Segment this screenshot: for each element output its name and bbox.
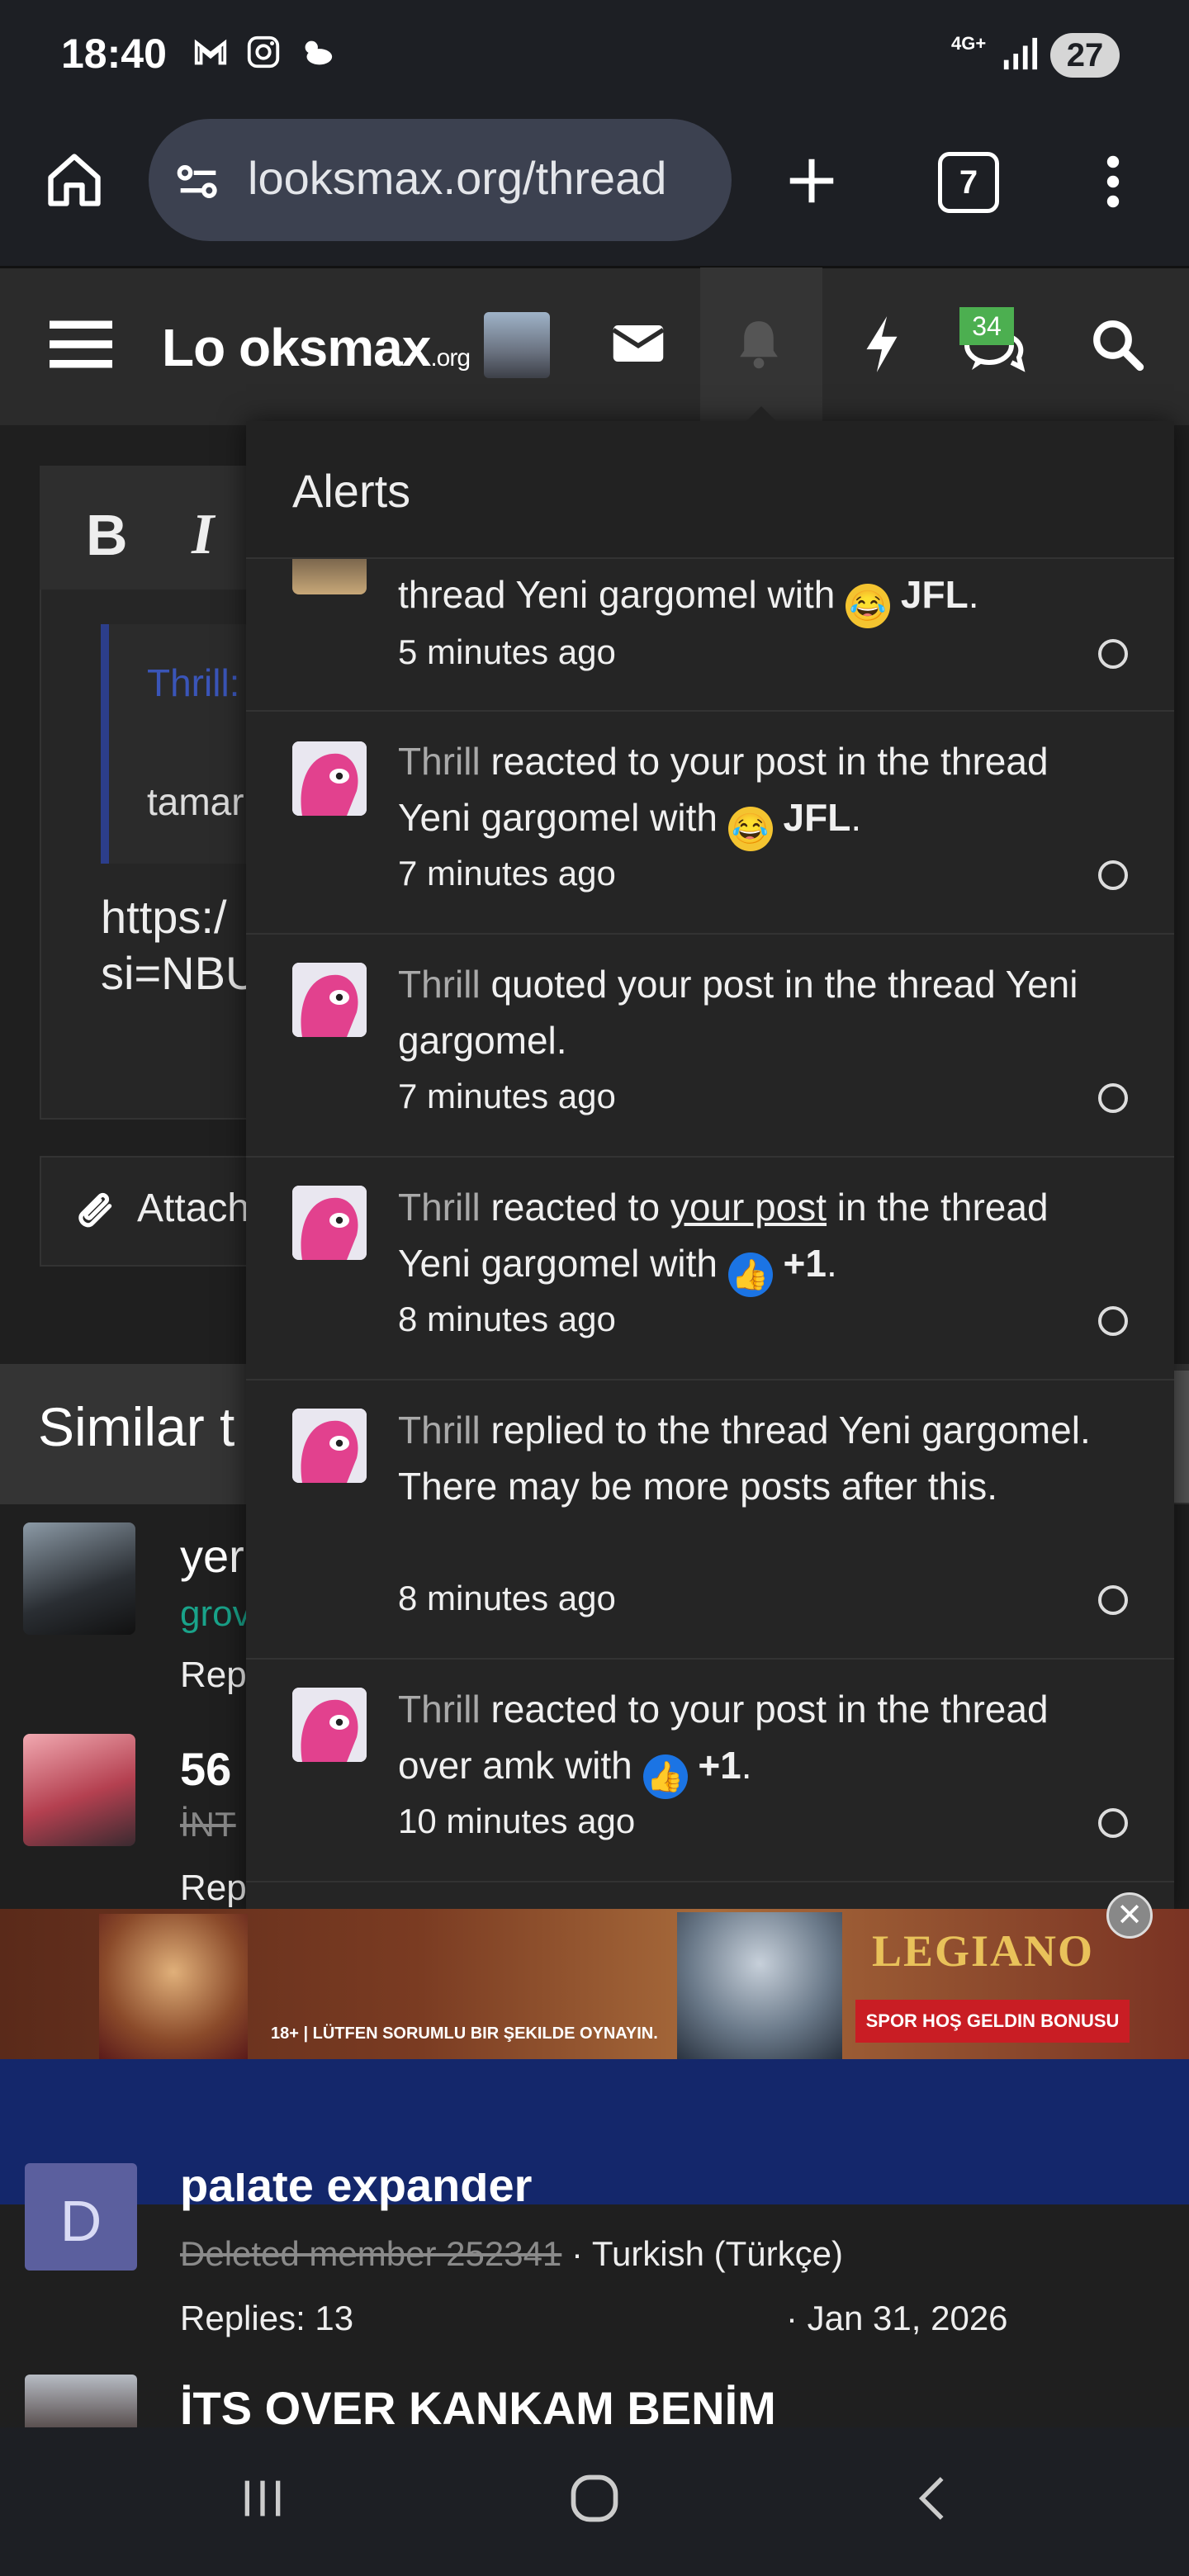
mark-read-toggle[interactable] [1098,1808,1128,1838]
alert-user[interactable]: Thrill [398,1186,481,1229]
ad-figure-right [677,1912,842,2059]
italic-button[interactable]: I [192,502,214,568]
your-post-link[interactable]: your post [670,1186,827,1229]
ad-disclaimer: 18+ | LÜTFEN SORUMLU BIR ŞEKILDE OYNAYIN… [271,2024,658,2043]
bold-button[interactable]: B [86,502,128,568]
alert-text: thread Yeni gargomel with 😂 JFL. [398,566,1125,628]
mark-read-toggle[interactable] [1098,1306,1128,1336]
inbox-icon[interactable] [611,320,666,371]
alert-avatar [292,963,367,1037]
bell-icon[interactable] [733,317,784,376]
logo-main: Lo oksmax [162,318,431,377]
chat-count-badge: 34 [959,307,1014,345]
thread-prefix: grov [180,1593,251,1634]
thread-author: İNT [180,1805,236,1844]
thread-author[interactable]: Deleted member 252341 [180,2234,561,2273]
thread-avatar [23,1522,135,1635]
thread-forum[interactable]: · Turkish (Türkçe) [561,2234,843,2273]
alert-time: 8 minutes ago [398,1579,616,1617]
thread-title[interactable]: palate expander [180,2173,532,2218]
gmail-icon [192,33,230,71]
thread-avatar [23,1734,135,1846]
alert-avatar [292,741,367,816]
alert-avatar [292,1409,367,1483]
instagram-icon [244,33,282,71]
new-tab-icon[interactable] [783,152,841,214]
alert-text: Thrill reacted to your post in the threa… [398,1681,1125,1799]
hamburger-menu-icon[interactable] [50,315,112,377]
mark-read-toggle[interactable] [1098,860,1128,890]
ad-brand: LEGIANO [872,1926,1095,1976]
thread-title[interactable]: 56 [180,1742,231,1796]
thumbs-up-icon: 👍 [727,1252,773,1297]
tab-switcher-button[interactable]: 7 [938,152,999,213]
editor-body-line2: si=NBU [101,947,259,999]
thread-date: · Jan 31, 2026 [786,2299,1008,2337]
home-icon[interactable] [43,149,106,215]
site-settings-icon[interactable] [172,155,225,212]
alert-time: 5 minutes ago [398,632,616,671]
alert-user[interactable]: Thrill [398,963,481,1006]
alert-time: 7 minutes ago [398,854,616,893]
alert-user[interactable]: Thrill [398,1409,481,1451]
ad-band [0,2059,1189,2204]
alert-text: Thrill replied to the thread Yeni gargom… [398,1409,1091,1508]
alert-text: Thrill quoted your post in the thread Ye… [398,963,1078,1062]
alerts-title: Alerts [292,465,411,517]
more-menu-icon[interactable] [1097,152,1130,215]
home-button-icon[interactable] [566,2470,623,2531]
thread-byline: Deleted member 252341 · Turkish (Türkçe) [180,2234,843,2274]
ad-bonus-button[interactable]: SPOR HOŞ GELDIN BONUSU [855,2000,1130,2043]
thread-title[interactable]: İTS OVER KANKAM BENİM [180,2381,776,2427]
thread-meta: Rep [180,1868,247,1908]
thread-replies: Replies: 13 [180,2299,354,2337]
search-icon[interactable] [1090,317,1144,376]
site-logo[interactable]: Lo oksmax.org [162,317,471,378]
thread-title[interactable]: yer [180,1529,244,1583]
similar-threads-title: Similar t [38,1396,235,1457]
logo-suffix: .org [430,344,471,372]
attach-label: Attach [137,1186,250,1230]
thread-meta: Rep [180,1655,247,1695]
network-type: 4G+ [951,33,987,54]
mark-read-toggle[interactable] [1098,1585,1128,1615]
signal-icon [1001,35,1039,77]
weather-icon [297,33,335,71]
scrollbar-thumb[interactable] [1172,1371,1189,1503]
alert-time: 10 minutes ago [398,1802,636,1840]
status-time: 18:40 [61,31,167,77]
joy-emoji-icon: 😂 [727,807,773,851]
url-text[interactable]: looksmax.org/thread [248,151,718,205]
alert-time: 8 minutes ago [398,1300,616,1338]
recent-apps-icon[interactable] [236,2472,289,2529]
mark-read-toggle[interactable] [1098,639,1128,669]
alert-avatar [292,1186,367,1260]
alert-time: 7 minutes ago [398,1077,616,1115]
user-avatar[interactable] [484,312,550,378]
quote-text: tamar [147,780,244,823]
back-button-icon[interactable] [907,2472,959,2529]
paperclip-icon [71,1182,117,1238]
quote-author: Thrill: [147,661,240,704]
alert-text: Thrill reacted to your post in the threa… [398,1179,1125,1297]
thumbs-up-icon: 👍 [642,1754,688,1799]
joy-emoji-icon: 😂 [846,584,891,628]
ad-figure-left [99,1914,248,2059]
alert-user[interactable]: Thrill [398,740,481,783]
alert-user[interactable]: Thrill [398,1688,481,1731]
battery-indicator: 27 [1050,33,1120,78]
thread-avatar [25,2375,137,2427]
alert-avatar [292,1688,367,1762]
ad-close-icon[interactable]: ✕ [1106,1892,1153,1939]
mark-read-toggle[interactable] [1098,1083,1128,1113]
editor-body-line1: https:/ [101,891,227,943]
alert-text: Thrill reacted to your post in the threa… [398,733,1125,851]
thread-avatar: D [25,2163,137,2271]
whats-new-lightning-icon[interactable] [859,314,905,379]
